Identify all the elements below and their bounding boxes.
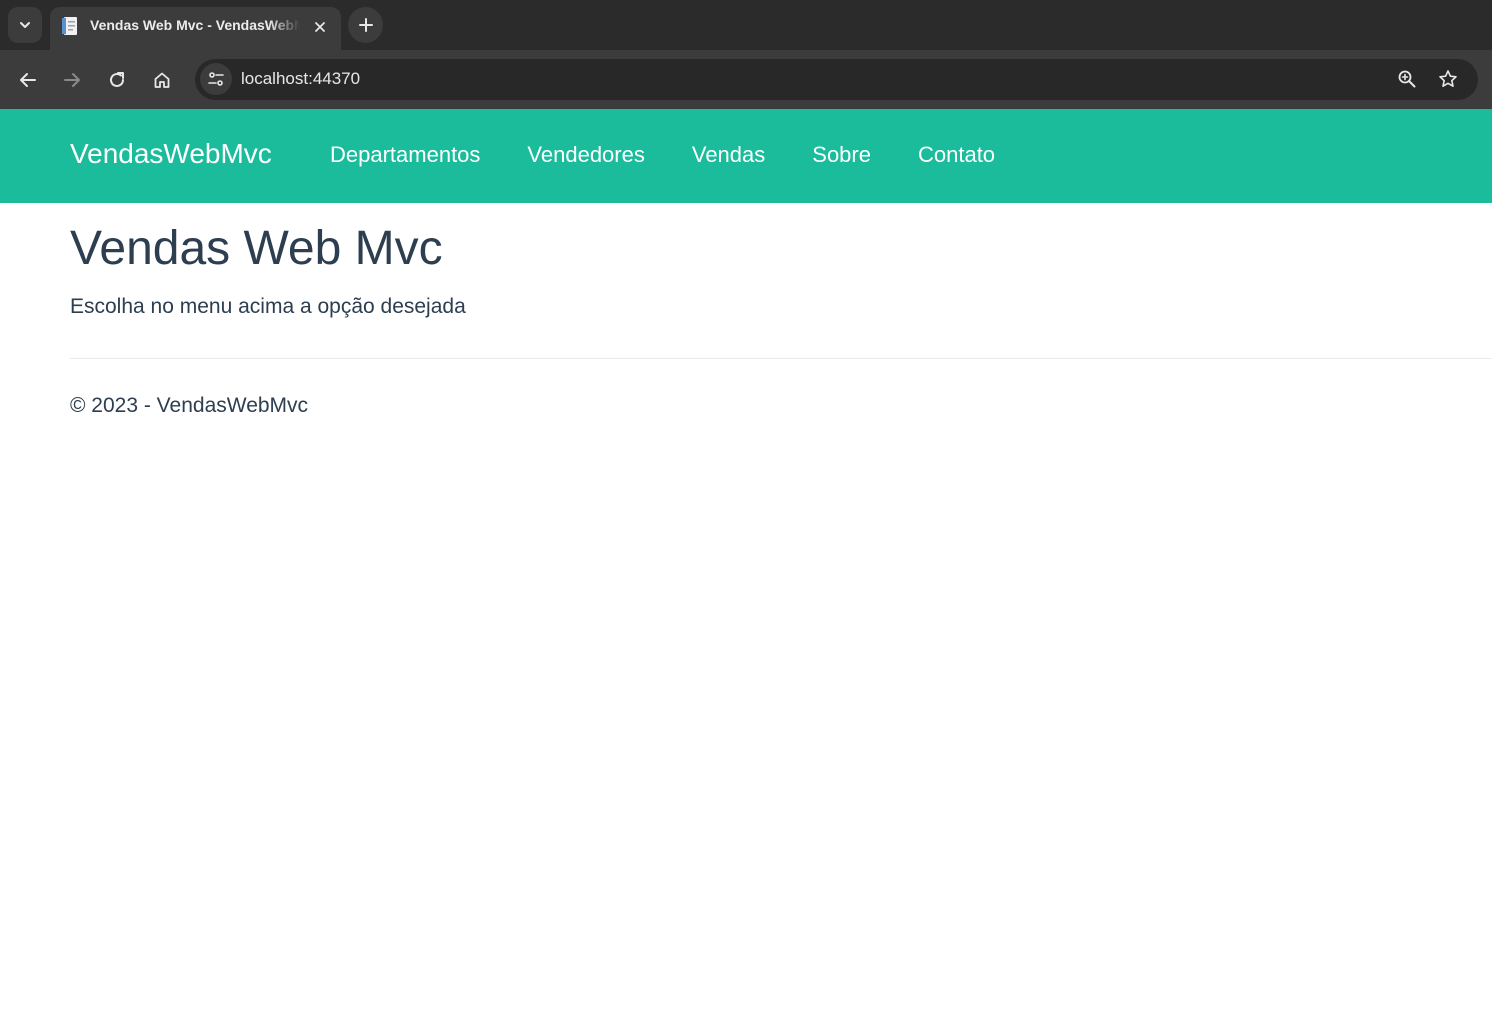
tab-close-button[interactable] bbox=[308, 15, 332, 39]
new-tab-button[interactable] bbox=[348, 7, 383, 43]
plus-icon bbox=[358, 18, 373, 32]
home-icon bbox=[154, 72, 170, 88]
site-navbar: VendasWebMvc Departamentos Vendedores Ve… bbox=[0, 109, 1492, 203]
bookmark-button[interactable] bbox=[1432, 63, 1464, 95]
footer-text: © 2023 - VendasWebMvc bbox=[70, 394, 309, 417]
home-button[interactable] bbox=[145, 63, 179, 97]
page-title: Vendas Web Mvc bbox=[70, 222, 443, 275]
main-content: Vendas Web Mvc Escolha no menu acima a o… bbox=[70, 221, 1492, 320]
tune-icon bbox=[208, 72, 224, 86]
nav-link-sobre[interactable]: Sobre bbox=[812, 142, 871, 168]
star-icon bbox=[1439, 70, 1457, 87]
browser-toolbar: localhost:44370 bbox=[0, 50, 1492, 109]
nav-link-contato[interactable]: Contato bbox=[918, 142, 995, 168]
lead-text: Escolha no menu acima a opção desejada bbox=[70, 295, 466, 318]
navbar-brand[interactable]: VendasWebMvc bbox=[70, 138, 272, 170]
footer-divider bbox=[70, 358, 1492, 359]
nav-link-departamentos[interactable]: Departamentos bbox=[330, 142, 480, 168]
tab-title: Vendas Web Mvc - VendasWebMvc bbox=[90, 17, 300, 33]
reload-icon bbox=[110, 72, 124, 87]
back-button[interactable] bbox=[11, 63, 45, 97]
back-arrow-icon bbox=[20, 73, 36, 87]
tab-search-button[interactable] bbox=[8, 7, 42, 43]
forward-button[interactable] bbox=[55, 63, 89, 97]
zoom-in-icon bbox=[1398, 70, 1416, 88]
forward-arrow-icon bbox=[64, 73, 80, 87]
nav-link-vendas[interactable]: Vendas bbox=[692, 142, 765, 168]
nav-link-vendedores[interactable]: Vendedores bbox=[527, 142, 644, 168]
page-icon bbox=[62, 17, 77, 35]
chevron-down-icon bbox=[20, 22, 30, 28]
address-bar[interactable]: localhost:44370 bbox=[195, 59, 1478, 100]
nav-links: Departamentos Vendedores Vendas Sobre Co… bbox=[330, 142, 995, 168]
close-icon bbox=[315, 22, 325, 32]
browser-tab[interactable]: Vendas Web Mvc - VendasWebMvc bbox=[50, 7, 341, 50]
site-info-button[interactable] bbox=[200, 63, 232, 95]
url-text[interactable]: localhost:44370 bbox=[241, 69, 360, 89]
reload-button[interactable] bbox=[100, 63, 134, 97]
tab-strip: Vendas Web Mvc - VendasWebMvc bbox=[0, 0, 1492, 50]
zoom-button[interactable] bbox=[1391, 63, 1423, 95]
